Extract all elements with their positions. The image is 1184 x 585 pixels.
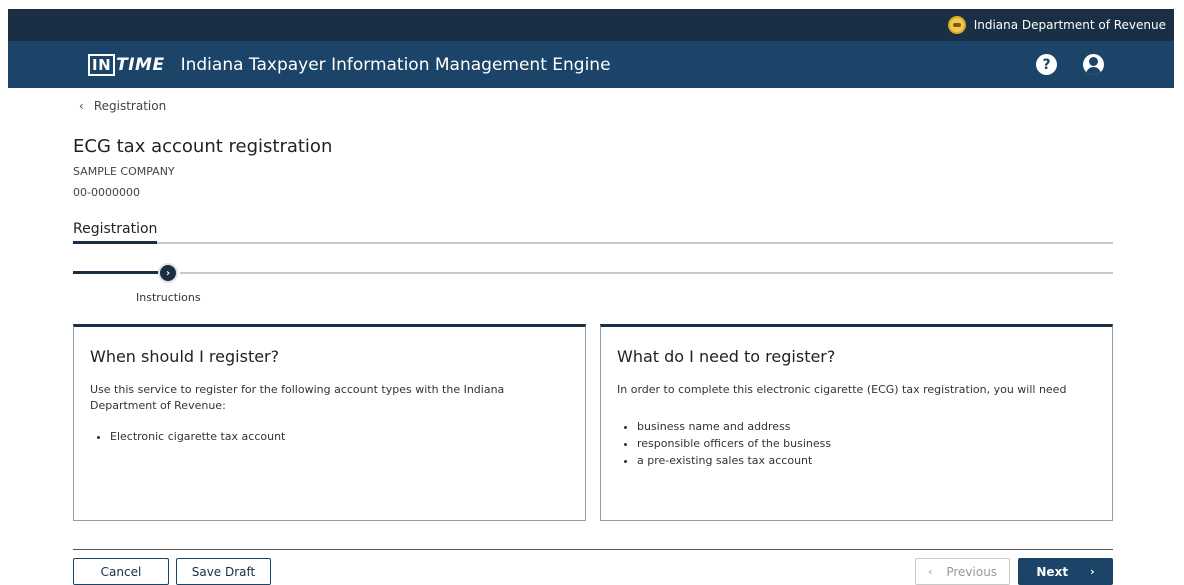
breadcrumb-label: Registration <box>93 99 167 113</box>
step-progress-complete <box>73 271 159 274</box>
card-heading: When should I register? <box>90 347 280 366</box>
previous-button[interactable]: ‹ Previous <box>915 558 1010 585</box>
list-item: a pre-existing sales tax account <box>637 452 1096 469</box>
dor-seal-icon <box>947 16 966 34</box>
step-instructions-label: Instructions <box>136 291 201 304</box>
step-instructions-marker[interactable]: › <box>158 263 178 283</box>
user-account-icon[interactable] <box>1083 54 1104 75</box>
save-draft-button[interactable]: Save Draft <box>176 558 271 585</box>
user-body <box>1086 67 1101 75</box>
what-you-need-card: What do I need to register? In order to … <box>600 324 1113 521</box>
cancel-button[interactable]: Cancel <box>73 558 169 585</box>
step-progress-remaining <box>180 272 1113 274</box>
account-type-list: Electronic cigarette tax account <box>90 428 569 445</box>
user-head <box>1089 57 1098 66</box>
logo-time: TIME <box>116 54 165 75</box>
tab-divider <box>157 242 1113 244</box>
agency-name[interactable]: Indiana Department of Revenue <box>974 18 1166 32</box>
page-title: ECG tax account registration <box>73 136 333 157</box>
tab-active-indicator <box>73 241 157 244</box>
next-label: Next <box>1036 564 1069 579</box>
help-icon[interactable]: ? <box>1036 54 1057 75</box>
account-id: 00-0000000 <box>73 186 140 199</box>
app-title: Indiana Taxpayer Information Management … <box>180 54 611 75</box>
card-text: In order to complete this electronic cig… <box>617 383 1067 396</box>
card-text: Use this service to register for the fol… <box>90 383 505 412</box>
list-item: responsible officers of the business <box>637 435 1096 452</box>
requirements-list: business name and address responsible of… <box>617 418 1096 469</box>
agency-bar: Indiana Department of Revenue <box>8 9 1174 41</box>
chevron-left-icon: ‹ <box>79 99 84 113</box>
app-header: IN TIME Indiana Taxpayer Information Man… <box>8 41 1174 88</box>
previous-label: Previous <box>946 564 998 579</box>
list-item: Electronic cigarette tax account <box>110 428 569 445</box>
footer-divider <box>73 549 1113 550</box>
chevron-right-icon: › <box>1090 565 1095 578</box>
intime-logo[interactable]: IN TIME <box>88 53 165 76</box>
list-item: business name and address <box>637 418 1096 435</box>
card-heading: What do I need to register? <box>617 347 836 366</box>
breadcrumb[interactable]: ‹ Registration <box>79 99 166 113</box>
company-name: SAMPLE COMPANY <box>73 165 175 178</box>
page: Indiana Department of Revenue IN TIME In… <box>0 0 1184 585</box>
next-button[interactable]: Next › <box>1018 558 1113 585</box>
tab-registration[interactable]: Registration <box>73 221 157 237</box>
logo-in: IN <box>88 53 116 76</box>
chevron-left-icon: ‹ <box>927 565 933 578</box>
when-to-register-card: When should I register? Use this service… <box>73 324 586 521</box>
